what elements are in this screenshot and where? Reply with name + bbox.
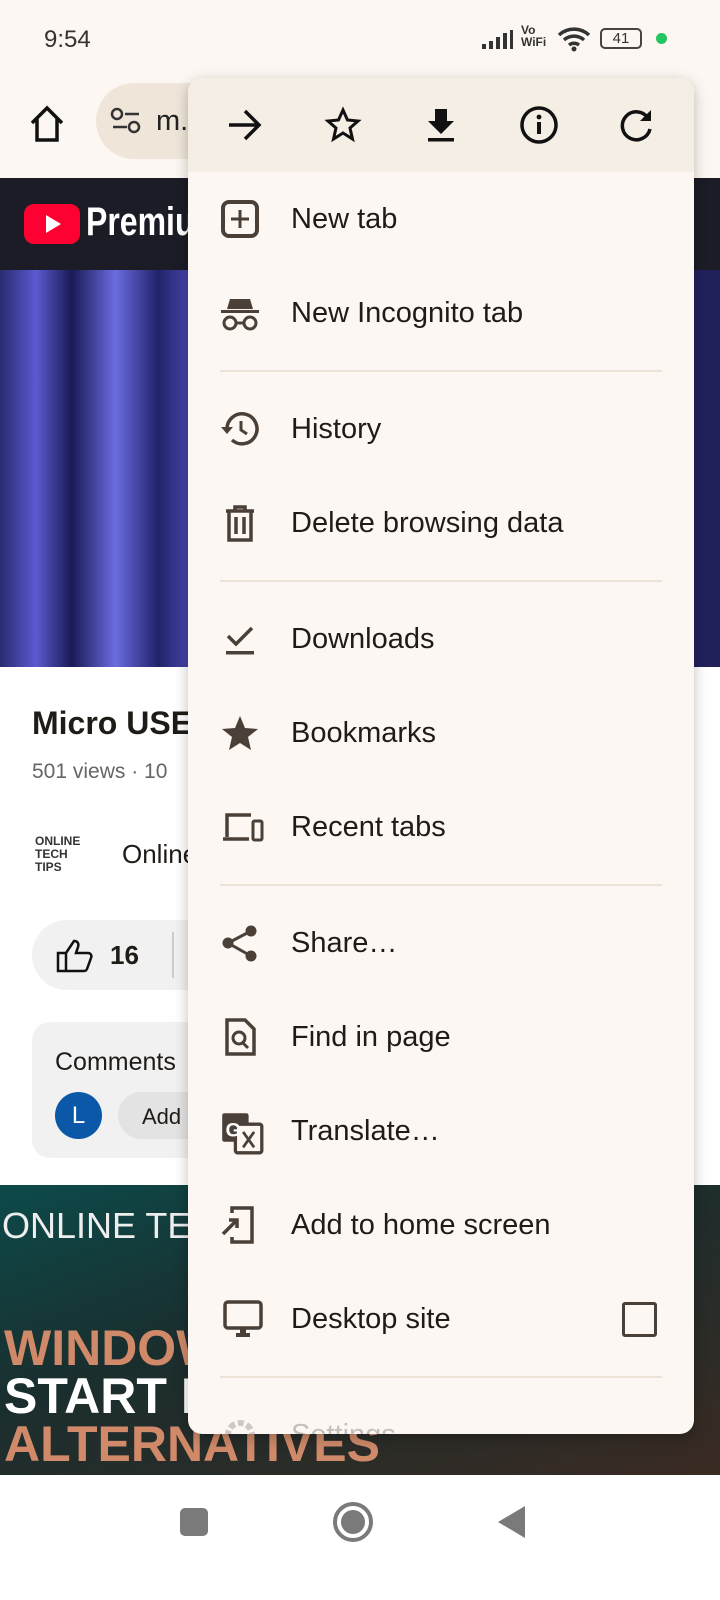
thumb-text: START I [4, 1368, 195, 1424]
menu-item-label: History [291, 412, 382, 445]
vowifi-label: Vo WiFi [521, 23, 547, 49]
menu-item-label: Translate… [291, 1114, 440, 1147]
menu-item-add-to-home-screen[interactable]: Add to home screen [188, 1178, 694, 1272]
channel-logo[interactable]: ONLINE TECH TIPS [35, 835, 95, 874]
gear-icon [225, 1420, 255, 1434]
info-icon[interactable] [519, 105, 559, 145]
menu-item-bookmarks[interactable]: Bookmarks [188, 686, 694, 780]
history-icon [221, 412, 259, 446]
menu-item-label: Find in page [291, 1020, 451, 1053]
menu-item-share[interactable]: Share… [188, 896, 694, 990]
menu-item-settings[interactable]: Settings [188, 1388, 694, 1434]
star-icon [222, 716, 258, 750]
forward-icon[interactable] [225, 105, 265, 145]
system-nav-bar [0, 1475, 720, 1600]
share-icon [222, 925, 257, 962]
menu-item-label: Add to home screen [291, 1208, 551, 1241]
find-icon [225, 1018, 256, 1056]
bookmark-star-icon[interactable] [323, 105, 363, 145]
video-meta: 501 views · 10 [32, 760, 168, 783]
video-title[interactable]: Micro USE [32, 705, 192, 742]
menu-item-find-in-page[interactable]: Find in page [188, 990, 694, 1084]
avatar: L [55, 1092, 102, 1139]
menu-item-recent-tabs[interactable]: Recent tabs [188, 780, 694, 874]
url-text[interactable]: m. [156, 105, 188, 138]
menu-item-downloads[interactable]: Downloads [188, 592, 694, 686]
menu-action-row [188, 78, 694, 172]
desktop-site-checkbox[interactable] [622, 1302, 657, 1337]
svg-text:G: G [226, 1119, 241, 1141]
trash-icon [226, 505, 254, 542]
menu-item-label: Recent tabs [291, 810, 446, 843]
incognito-icon [221, 299, 259, 331]
signal-icon [482, 30, 513, 49]
privacy-dot [656, 33, 667, 44]
divider [172, 932, 174, 978]
translate-icon: G [222, 1113, 264, 1155]
menu-item-label: New tab [291, 202, 398, 235]
site-settings-icon[interactable] [110, 107, 142, 135]
menu-item-label: New Incognito tab [291, 296, 524, 329]
reload-icon[interactable] [617, 105, 657, 145]
comments-label: Comments [55, 1048, 176, 1076]
thumb-text: ONLINE TE [2, 1205, 192, 1246]
menu-item-label: Bookmarks [291, 716, 437, 749]
downloads-icon [226, 626, 254, 655]
recents-icon[interactable] [180, 1508, 208, 1536]
menu-item-translate[interactable]: G Translate… [188, 1084, 694, 1178]
thumbs-up-icon [56, 939, 93, 973]
menu-item-label: Share… [291, 926, 398, 959]
menu-divider [188, 360, 694, 382]
menu-divider [188, 570, 694, 592]
menu-item-label: Desktop site [291, 1302, 451, 1335]
new-tab-icon [221, 200, 259, 238]
youtube-logo-icon[interactable] [24, 204, 80, 244]
menu-item-history[interactable]: History [188, 382, 694, 476]
like-count: 16 [110, 940, 139, 970]
add-home-icon [221, 1206, 254, 1244]
menu-item-label: Settings [291, 1419, 396, 1435]
menu-divider [188, 1366, 694, 1388]
browser-menu: New tab New Incognito tab History Delete… [188, 78, 694, 1434]
menu-divider [188, 874, 694, 896]
battery-indicator: 41 [600, 28, 642, 49]
home-icon[interactable] [28, 104, 66, 144]
menu-item-new-incognito-tab[interactable]: New Incognito tab [188, 266, 694, 360]
premium-label: Premiu [86, 200, 195, 244]
menu-item-label: Downloads [291, 622, 435, 655]
menu-item-new-tab[interactable]: New tab [188, 172, 694, 266]
status-bar: 9:54 Vo WiFi 41 [0, 0, 720, 78]
menu-item-delete-browsing-data[interactable]: Delete browsing data [188, 476, 694, 570]
channel-name[interactable]: Online [122, 839, 197, 870]
menu-item-desktop-site[interactable]: Desktop site [188, 1272, 694, 1366]
menu-item-label: Delete browsing data [291, 506, 564, 539]
home-nav-icon[interactable] [333, 1502, 373, 1542]
desktop-icon [223, 1300, 263, 1337]
download-icon[interactable] [421, 105, 461, 145]
wifi-icon [557, 27, 591, 52]
devices-icon [223, 813, 264, 842]
clock: 9:54 [44, 26, 91, 53]
back-icon[interactable] [498, 1506, 525, 1538]
